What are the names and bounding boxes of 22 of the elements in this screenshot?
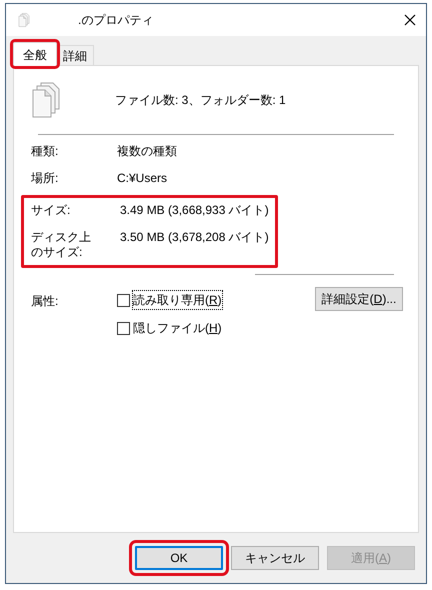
property-label: サイズ:: [31, 203, 72, 218]
window-title: .のプロパティ: [78, 12, 154, 29]
property-value: 3.50 MB (3,678,208 バイト): [120, 230, 269, 245]
property-label: 属性:: [31, 293, 60, 310]
property-value: 3.49 MB (3,668,933 バイト): [120, 203, 269, 218]
property-label: 場所:: [31, 171, 60, 186]
checkbox[interactable]: [117, 294, 130, 306]
files-icon: [31, 82, 61, 118]
tab[interactable]: 詳細: [57, 45, 94, 65]
property-value: 複数の種類: [117, 144, 177, 159]
tab[interactable]: 全般: [13, 42, 57, 66]
dialog-button[interactable]: キャンセル: [231, 546, 319, 570]
checkbox-label[interactable]: 隠しファイル(H): [133, 319, 222, 337]
close-icon[interactable]: [404, 14, 416, 26]
property-label: 種類:: [31, 144, 60, 159]
checkbox-label[interactable]: 読み取り専用(R): [133, 291, 222, 309]
window-icon: [18, 13, 30, 27]
item-summary: ファイル数: 3、フォルダー数: 1: [115, 92, 286, 109]
advanced-button[interactable]: 詳細設定(D)...: [315, 287, 403, 311]
property-label: ディスク上のサイズ:: [31, 230, 92, 260]
property-value: C:¥Users: [117, 171, 168, 186]
checkbox[interactable]: [117, 322, 130, 334]
